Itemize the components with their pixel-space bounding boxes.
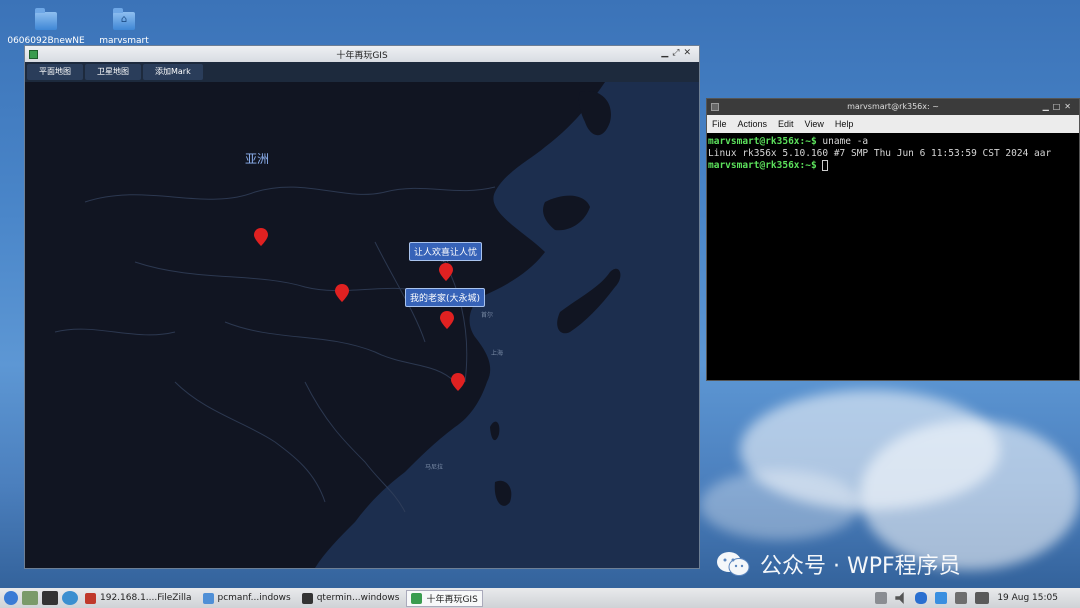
watermark-text: 公众号 · WPF程序员 [760,554,961,579]
taskbar: 192.168.1....FileZilla pcmanf...indows q… [0,588,1080,608]
cloud-decoration [700,470,860,540]
gis-window: 十年再玩GIS ▁⤢✕ 平面地图 卫星地图 添加Mark 亚洲 首尔 上海 马尼… [24,45,700,569]
home-folder-icon: ⌂ [113,8,135,30]
taskbar-task-filezilla[interactable]: 192.168.1....FileZilla [81,590,196,607]
menu-view[interactable]: View [805,119,824,129]
taskbar-task-label: qtermin...windows [316,593,400,603]
map-place-label: 首尔 [481,312,494,319]
folder-icon [202,592,214,604]
minimize-icon[interactable]: ▁ [1043,102,1053,111]
folder-icon [35,8,57,30]
menu-edit[interactable]: Edit [778,119,794,129]
terminal-line: Linux rk356x 5.10.160 #7 SMP Thu Jun 6 1… [708,148,1078,160]
desktop-folder-home[interactable]: ⌂ marvsmart [84,8,164,46]
map-landmass [25,82,621,568]
terminal-output[interactable]: marvsmart@rk356x:~$ uname -a Linux rk356… [707,133,1079,175]
marker-tooltip: 让人欢喜让人忧 [409,242,483,261]
taskbar-task-label: pcmanf...indows [217,593,291,603]
satellite-map-button[interactable]: 卫星地图 [85,64,141,80]
minimize-icon[interactable]: ▁ [661,48,672,58]
menu-help[interactable]: Help [835,119,854,129]
close-icon[interactable]: ✕ [683,48,695,58]
browser-launcher-icon[interactable] [62,591,78,605]
window-controls: ▁□✕ [1043,102,1075,111]
menu-file[interactable]: File [712,119,727,129]
bluetooth-icon[interactable] [915,592,928,604]
terminal-line: marvsmart@rk356x:~$ [708,160,1078,172]
display-icon[interactable] [975,592,990,604]
battery-icon[interactable] [955,592,968,604]
map-canvas[interactable]: 亚洲 北京 首尔 上海 马尼拉 让人欢喜让人忧 我的老家(大永城) [25,82,699,568]
map-marker[interactable] [451,373,465,391]
terminal-output-text: Linux rk356x 5.10.160 #7 SMP Thu Jun 6 1… [708,148,1052,159]
map-place-label: 上海 [491,350,504,357]
gis-app-icon [411,592,423,604]
printer-icon[interactable] [875,592,888,604]
wechat-icon [717,552,750,576]
filezilla-icon [85,592,96,604]
maximize-icon[interactable]: ⤢ [672,48,683,58]
map-place-label: 马尼拉 [425,464,444,471]
taskbar-task-pcmanfm[interactable]: pcmanf...indows [199,590,295,607]
gis-toolbar: 平面地图 卫星地图 添加Mark [25,62,699,82]
info-icon[interactable] [935,592,948,604]
window-title: 十年再玩GIS [336,50,388,61]
system-tray: 19 Aug 15:05 [875,588,1080,608]
marker-tooltip: 我的老家(大永城) [405,288,486,307]
map-marker[interactable] [439,263,453,281]
terminal-window: marvsmart@rk356x: ~ ▁□✕ File Actions Edi… [706,98,1080,381]
show-desktop-icon[interactable] [22,591,38,605]
flat-map-button[interactable]: 平面地图 [27,64,83,80]
terminal-command: uname -a [816,136,869,147]
continent-label-asia: 亚洲 [245,152,270,166]
terminal-icon [301,592,313,604]
menu-actions[interactable]: Actions [738,119,768,129]
taskbar-clock[interactable]: 19 Aug 15:05 [997,593,1058,603]
taskbar-task-label: 192.168.1....FileZilla [100,593,192,603]
maximize-icon[interactable]: □ [1053,102,1065,111]
window-title: marvsmart@rk356x: ~ [847,102,939,111]
terminal-titlebar[interactable]: marvsmart@rk356x: ~ ▁□✕ [707,99,1079,115]
close-icon[interactable]: ✕ [1064,102,1075,111]
start-menu-icon[interactable] [4,591,18,605]
map-marker[interactable] [335,284,349,302]
taskbar-task-gis[interactable]: 十年再玩GIS [406,589,483,607]
add-mark-button[interactable]: 添加Mark [143,64,203,80]
terminal-prompt: marvsmart@rk356x:~$ [708,136,817,147]
window-controls: ▁⤢✕ [661,48,695,58]
terminal-line: marvsmart@rk356x:~$ uname -a [708,136,1078,148]
wechat-watermark: 公众号 · WPF程序员 [716,548,961,580]
desktop-folder-newne[interactable]: 0606092BnewNE [6,8,86,46]
terminal-prompt: marvsmart@rk356x:~$ [708,160,817,171]
gis-titlebar[interactable]: 十年再玩GIS ▁⤢✕ [25,46,699,62]
map-marker[interactable] [440,311,454,329]
taskbar-task-qterminal[interactable]: qtermin...windows [298,590,404,607]
map-marker[interactable] [254,228,268,246]
terminal-launcher-icon[interactable] [42,591,58,605]
terminal-menubar: File Actions Edit View Help [707,115,1079,133]
volume-icon[interactable] [895,592,904,604]
terminal-cursor [822,160,829,171]
taskbar-task-label: 十年再玩GIS [426,594,478,605]
